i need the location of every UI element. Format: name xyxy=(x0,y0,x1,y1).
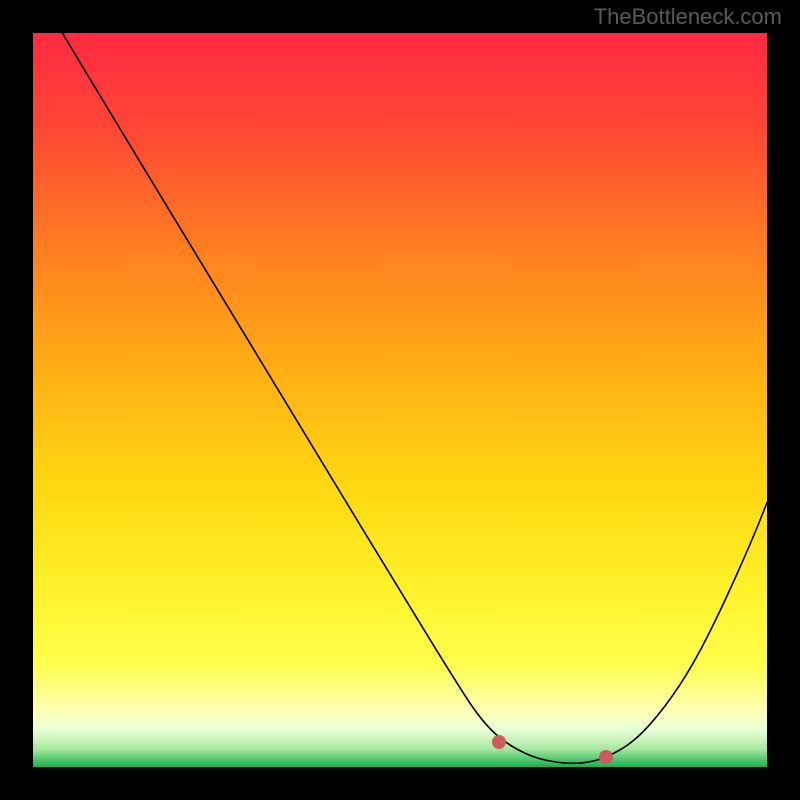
watermark-text: TheBottleneck.com xyxy=(594,4,782,30)
curve-marker-1 xyxy=(599,750,613,764)
curve-marker-0 xyxy=(492,735,506,749)
curve-overlay xyxy=(33,33,767,767)
plot-area xyxy=(33,33,767,767)
chart-frame: TheBottleneck.com xyxy=(0,0,800,800)
bottleneck-curve xyxy=(62,33,767,763)
